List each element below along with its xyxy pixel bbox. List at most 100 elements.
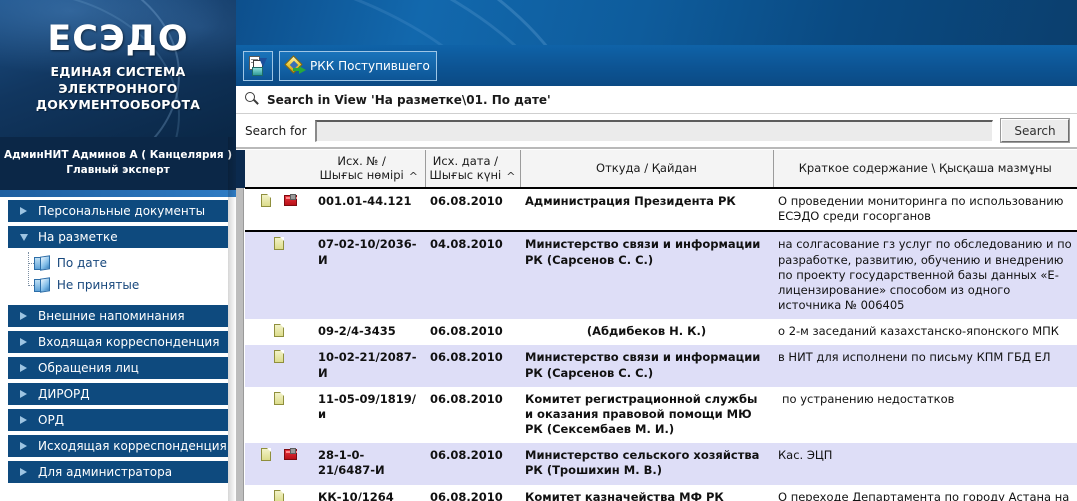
sidebar-item-label: Исходящая корреспонденция (38, 439, 227, 453)
row-date-cell: 06.08.2010 (425, 443, 520, 485)
search-row: Search for Search (236, 114, 1077, 149)
brand-acronym: ЕСЭДО (47, 19, 189, 59)
column-label-line2: Шығыс нөмірі (319, 168, 404, 183)
row-flags-cell (245, 386, 313, 444)
brand-subtitle-line1: ЕДИНАЯ СИСТЕМА (50, 64, 186, 79)
row-date-cell: 06.08.2010 (425, 345, 520, 387)
search-panel: Search in View 'На разметке\01. По дате'… (236, 86, 1077, 150)
sidebar-subitem-po-date[interactable]: По дате (28, 252, 236, 274)
sidebar-item-citizen-appeals[interactable]: Обращения лиц (8, 357, 228, 379)
column-header-summary[interactable]: Краткое содержание \ Қысқаша мазмұны (773, 150, 1077, 189)
row-from-cell: Министерство связи и информации РК (Сарс… (520, 231, 773, 320)
sidebar-item-label: Обращения лиц (38, 361, 139, 375)
brand-subtitle-line2: ЭЛЕКТРОННОГО (58, 80, 178, 96)
column-header-from[interactable]: Откуда / Қайдан (520, 150, 774, 189)
row-from-cell: Комитет казначейства МФ РК (520, 484, 773, 501)
row-date-cell: 06.08.2010 (425, 484, 520, 501)
row-summary-cell: Кас. ЭЦП (773, 443, 1077, 485)
table-body: 001.01-44.121 06.08.2010 Администрация П… (245, 186, 1077, 501)
documents-table-container: Исх. № / Шығыс нөмірі ^ Исх. дата / Шығы… (236, 150, 1077, 501)
user-role: Главный эксперт (66, 164, 170, 177)
triangle-right-icon (20, 416, 27, 424)
column-label-line1: Откуда / Қайдан (596, 161, 697, 176)
document-icon (261, 194, 272, 207)
view-icon (34, 278, 49, 292)
tree-connector-line (28, 252, 29, 286)
row-flags-cell (245, 319, 313, 346)
sidebar-item-label: На разметке (38, 230, 118, 244)
search-view-title: Search in View 'На разметке\01. По дате' (267, 92, 551, 107)
row-number-cell: 001.01-44.121 (313, 186, 425, 233)
document-icon (274, 324, 284, 338)
sidebar-item-label: Для администратора (38, 465, 173, 479)
column-header-outgoing-date[interactable]: Исх. дата / Шығыс күні ^ (425, 150, 521, 189)
row-date-cell: 06.08.2010 (425, 319, 520, 346)
sidebar-item-for-administrator[interactable]: Для администратора (8, 461, 228, 483)
table-row[interactable]: 07-02-10/2036-И 04.08.2010 Министерство … (245, 231, 1077, 320)
user-name: АдминНИТ Админов А ( Канцелярия ) (3, 149, 233, 161)
brand-subtitle-line3: ДОКУМЕНТООБОРОТА (35, 97, 201, 112)
table-row[interactable]: 10-02-21/2087-И 06.08.2010 Министерство … (245, 345, 1077, 387)
triangle-right-icon (20, 312, 27, 320)
row-number-cell: 28-1-0-21/6487-И (313, 443, 425, 485)
sidebar-item-label: Входящая корреспонденция (38, 335, 220, 349)
delete-document-button[interactable] (243, 50, 273, 81)
row-summary-cell: в НИТ для исполнени по письму КПМ ГБД ЕЛ (773, 345, 1077, 387)
row-number-cell: 10-02-21/2087-И (313, 345, 425, 387)
sidebar-item-incoming-correspondence[interactable]: Входящая корреспонденция (8, 331, 228, 353)
row-flags-cell (245, 231, 313, 320)
sidebar-item-label: ДИРОРД (38, 387, 90, 401)
row-date-cell: 06.08.2010 (425, 186, 520, 233)
table-row[interactable]: 09-2/4-3435 06.08.2010 (Абдибеков Н. К.)… (245, 319, 1077, 346)
row-number-cell: 11-05-09/1819/и (313, 386, 425, 444)
document-icon (274, 237, 284, 251)
search-input[interactable] (314, 119, 993, 142)
brand-text: ЕСЭДО ЕДИНАЯ СИСТЕМА ЭЛЕКТРОННОГО ДОКУМЕ… (0, 0, 236, 114)
documents-table: Исх. № / Шығыс нөмірі ^ Исх. дата / Шығы… (245, 150, 1077, 501)
row-number-cell: КК-10/1264 (313, 484, 425, 501)
table-row[interactable]: 28-1-0-21/6487-И 06.08.2010 Министерство… (245, 443, 1077, 485)
triangle-right-icon (20, 442, 27, 450)
red-book-icon (283, 194, 297, 206)
table-header-row: Исх. № / Шығыс нөмірі ^ Исх. дата / Шығы… (245, 150, 1077, 189)
sidebar-shadow (228, 137, 236, 501)
table-row[interactable]: 11-05-09/1819/и 06.08.2010 Комитет регис… (245, 386, 1077, 444)
sidebar-subitem-label: Не принятые (56, 278, 140, 292)
triangle-right-icon (20, 468, 27, 476)
search-title-row: Search in View 'На разметке\01. По дате' (236, 86, 1077, 114)
table-row[interactable]: 001.01-44.121 06.08.2010 Администрация П… (245, 186, 1077, 233)
sidebar-accent-bar (0, 190, 236, 197)
column-label-line2: Шығыс күні (429, 168, 502, 183)
row-summary-cell: по устранению недостатков (773, 386, 1077, 444)
user-info-block: АдминНИТ Админов А ( Канцелярия ) Главны… (0, 137, 236, 190)
sidebar-item-ord[interactable]: ОРД (8, 409, 228, 431)
row-date-cell: 06.08.2010 (425, 386, 520, 444)
search-button[interactable]: Search (1000, 118, 1070, 143)
sidebar-item-external-reminders[interactable]: Внешние напоминания (8, 305, 228, 327)
document-icon (274, 489, 284, 501)
sidebar-item-dirord[interactable]: ДИРОРД (8, 383, 228, 405)
table-row[interactable]: КК-10/1264 06.08.2010 Комитет казначейст… (245, 484, 1077, 501)
brand-logo-block: ЕСЭДО ЕДИНАЯ СИСТЕМА ЭЛЕКТРОННОГО ДОКУМЕ… (0, 0, 236, 137)
triangle-right-icon (20, 390, 27, 398)
sidebar-item-na-razmetke[interactable]: На разметке (8, 226, 228, 248)
application-window: ЕСЭДО ЕДИНАЯ СИСТЕМА ЭЛЕКТРОННОГО ДОКУМЕ… (0, 0, 1077, 501)
row-from-cell: Министерство связи и информации РК (Сарс… (520, 345, 773, 387)
sidebar-subitem-ne-prinyatye[interactable]: Не принятые (28, 274, 236, 296)
sidebar-item-outgoing-correspondence[interactable]: Исходящая корреспонденция (8, 435, 228, 457)
sort-ascending-icon[interactable]: ^ (506, 170, 515, 183)
document-icon (274, 391, 284, 405)
row-from-cell: Комитет регистрационной службы и оказани… (520, 386, 773, 444)
column-label-line1: Краткое содержание \ Қысқаша мазмұны (798, 161, 1052, 176)
sort-ascending-icon[interactable]: ^ (409, 170, 418, 183)
view-icon (34, 256, 49, 270)
column-header-outgoing-number[interactable]: Исх. № / Шығыс нөмірі ^ (313, 150, 426, 189)
table-gutter-header (236, 150, 245, 188)
triangle-right-icon (20, 338, 27, 346)
sidebar-item-label: Персональные документы (38, 204, 206, 218)
sidebar-item-personal-documents[interactable]: Персональные документы (8, 200, 228, 222)
rkk-postupivshego-button[interactable]: РКК Поступившего (279, 50, 437, 81)
column-header-flags[interactable] (245, 150, 313, 189)
document-icon (274, 350, 284, 364)
row-summary-cell: О проведении мониторинга по использовани… (773, 186, 1077, 233)
